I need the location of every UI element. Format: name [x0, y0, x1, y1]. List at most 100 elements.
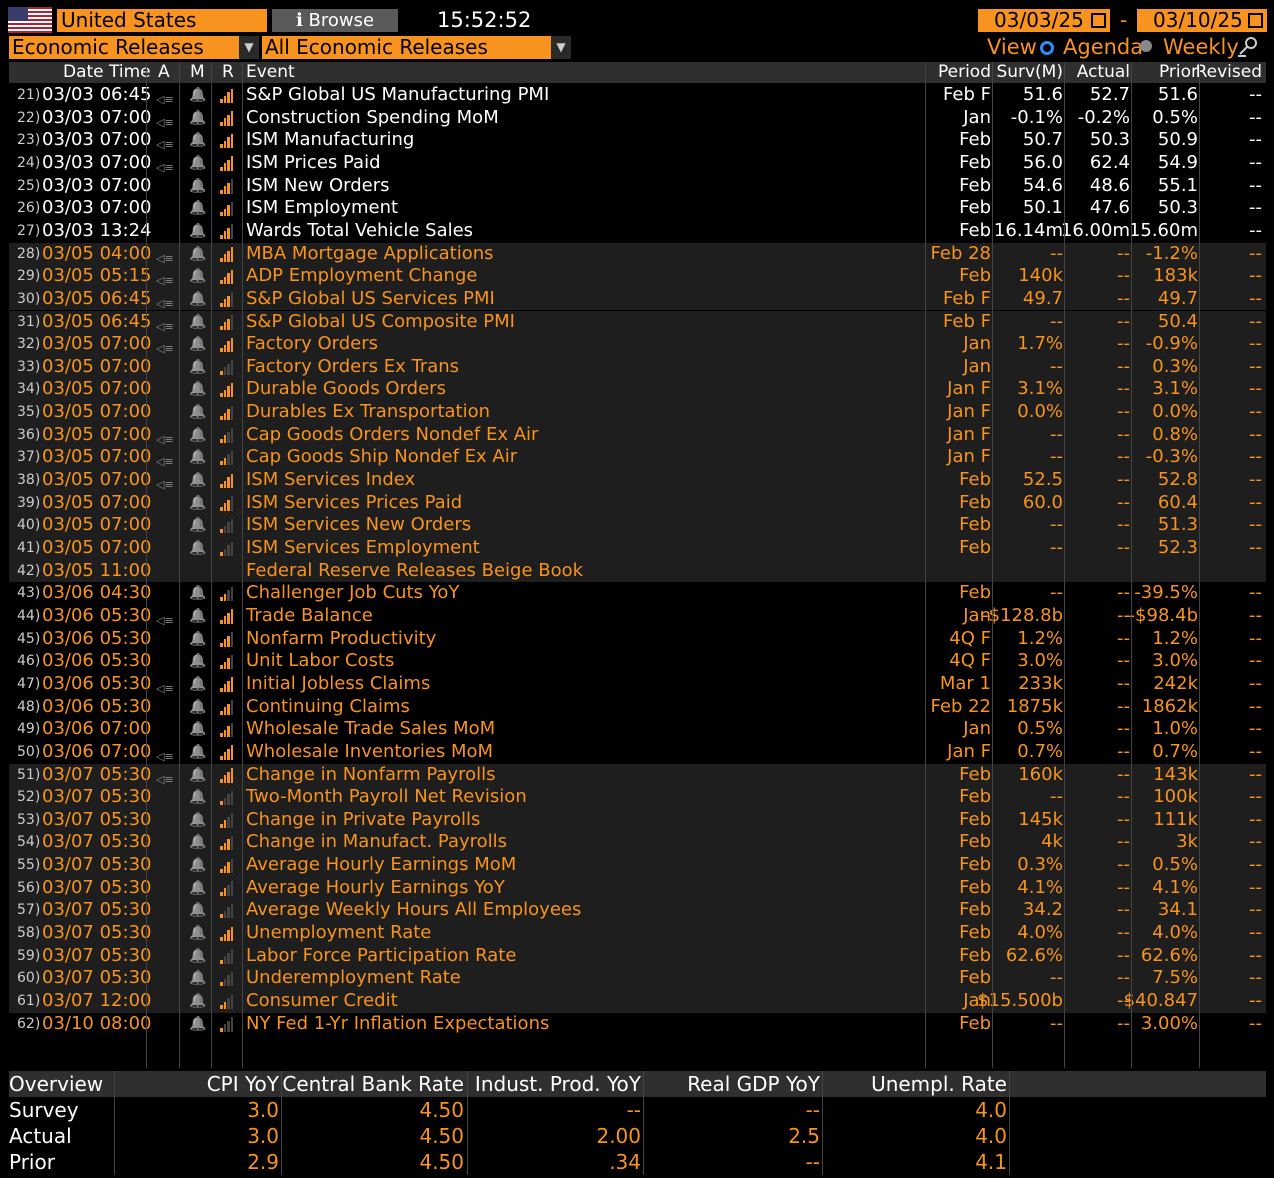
bell-icon[interactable]: 🔔 [189, 311, 206, 333]
table-row[interactable]: 49) 03/06 07:00 🔔 Wholesale Trade Sales MoM… [9, 718, 1266, 741]
table-row[interactable]: 27) 03/03 13:24 🔔 Wards Total Vehicle Sales… [9, 220, 1266, 243]
start-date-field[interactable]: 03/03/25 [978, 9, 1110, 32]
event-name[interactable]: Factory Orders [246, 333, 378, 355]
agenda-option-label[interactable]: Agenda [1063, 35, 1143, 59]
event-name[interactable]: ISM Services Prices Paid [246, 492, 462, 514]
bell-icon[interactable]: 🔔 [189, 243, 206, 265]
bell-icon[interactable]: 🔔 [189, 831, 206, 853]
table-row[interactable]: 40) 03/05 07:00 🔔 ISM Services New Orders Fe… [9, 514, 1266, 537]
bell-icon[interactable]: 🔔 [189, 469, 206, 491]
table-row[interactable]: 51) 03/07 05:30 ◁≡ 🔔 Change in Nonfarm Payro… [9, 763, 1266, 787]
event-name[interactable]: Change in Manufact. Payrolls [246, 831, 507, 853]
col-header-event[interactable]: Event [246, 62, 295, 83]
event-name[interactable]: Trade Balance [246, 605, 373, 627]
bell-icon[interactable]: 🔔 [189, 809, 206, 831]
bell-icon[interactable]: 🔔 [189, 628, 206, 650]
event-name[interactable]: ISM Services Employment [246, 537, 480, 559]
table-row[interactable]: 56) 03/07 05:30 🔔 Average Hourly Earnings Y… [9, 876, 1266, 900]
event-name[interactable]: Average Weekly Hours All Employees [246, 899, 581, 921]
event-name[interactable]: ISM Prices Paid [246, 152, 381, 174]
col-header-actual[interactable]: Actual [1077, 62, 1130, 83]
bell-icon[interactable]: 🔔 [189, 899, 206, 921]
bell-icon[interactable]: 🔔 [189, 764, 206, 786]
bell-icon[interactable]: 🔔 [189, 152, 206, 174]
table-row[interactable]: 21) 03/03 06:45 ◁≡ 🔔 S&P Global US Manufactu… [9, 84, 1266, 107]
col-header-monitor[interactable]: M [190, 62, 205, 83]
bell-icon[interactable]: 🔔 [189, 424, 206, 446]
table-row[interactable]: 47) 03/06 05:30 ◁≡ 🔔 Initial Jobless Claims M… [9, 673, 1266, 696]
table-row[interactable]: 25) 03/03 07:00 🔔 ISM New Orders Feb 54.6 48.6… [9, 175, 1266, 198]
event-name[interactable]: Wholesale Trade Sales MoM [246, 718, 495, 740]
table-row[interactable]: 35) 03/05 07:00 🔔 Durables Ex Transportatio… [9, 401, 1266, 424]
event-name[interactable]: Average Hourly Earnings YoY [246, 877, 505, 899]
bell-icon[interactable]: 🔔 [189, 741, 206, 763]
table-row[interactable]: 59) 03/07 05:30 🔔 Labor Force Participation… [9, 944, 1266, 968]
event-name[interactable]: MBA Mortgage Applications [246, 243, 494, 265]
event-name[interactable]: Durable Goods Orders [246, 378, 446, 400]
bell-icon[interactable]: 🔔 [189, 650, 206, 672]
table-row[interactable]: 62) 03/10 08:00 🔔 NY Fed 1-Yr Inflation Exp… [9, 1013, 1266, 1036]
table-row[interactable]: 48) 03/06 05:30 🔔 Continuing Claims Feb 22 18… [9, 696, 1266, 719]
end-date-field[interactable]: 03/10/25 [1137, 9, 1267, 32]
table-row[interactable]: 61) 03/07 12:00 🔔 Consumer Credit Jan $15.500… [9, 990, 1266, 1013]
table-row[interactable]: 26) 03/03 07:00 🔔 ISM Employment Feb 50.1 47.6… [9, 197, 1266, 220]
event-name[interactable]: S&P Global US Services PMI [246, 288, 495, 310]
event-name[interactable]: ISM Services New Orders [246, 514, 471, 536]
event-name[interactable]: Challenger Job Cuts YoY [246, 582, 459, 604]
event-name[interactable]: Initial Jobless Claims [246, 673, 430, 695]
table-row[interactable]: 22) 03/03 07:00 ◁≡ 🔔 Construction Spending M… [9, 107, 1266, 130]
table-row[interactable]: 58) 03/07 05:30 🔔 Unemployment Rate Feb 4.0% -… [9, 922, 1266, 945]
event-name[interactable]: Wholesale Inventories MoM [246, 741, 493, 763]
event-name[interactable]: Unit Labor Costs [246, 650, 394, 672]
bell-icon[interactable]: 🔔 [189, 922, 206, 944]
bell-icon[interactable]: 🔔 [189, 288, 206, 310]
event-name[interactable]: Construction Spending MoM [246, 107, 499, 129]
event-name[interactable]: Wards Total Vehicle Sales [246, 220, 473, 242]
bell-icon[interactable]: 🔔 [189, 582, 206, 604]
bell-icon[interactable]: 🔔 [189, 945, 206, 967]
event-name[interactable]: Cap Goods Orders Nondef Ex Air [246, 424, 538, 446]
event-name[interactable]: Consumer Credit [246, 990, 398, 1012]
bell-icon[interactable]: 🔔 [189, 197, 206, 219]
event-name[interactable]: Two-Month Payroll Net Revision [246, 786, 527, 808]
table-row[interactable]: 37) 03/05 07:00 ◁≡ 🔔 Cap Goods Ship Nondef E… [9, 446, 1266, 469]
col-header-prior[interactable]: Prior [1159, 62, 1198, 83]
table-row[interactable]: 45) 03/06 05:30 🔔 Nonfarm Productivity 4Q F 1… [9, 628, 1266, 651]
table-row[interactable]: 29) 03/05 05:15 ◁≡ 🔔 ADP Employment Change Fe… [9, 265, 1266, 288]
table-row[interactable]: 57) 03/07 05:30 🔔 Average Weekly Hours All … [9, 899, 1266, 922]
table-row[interactable]: 42) 03/05 11:00 Federal Reserve Releases B… [9, 559, 1266, 583]
col-header-survey[interactable]: Surv(M) [996, 62, 1063, 83]
col-header-datetime[interactable]: Date Time [63, 62, 151, 83]
calendar-icon[interactable] [1248, 13, 1263, 28]
user-search-icon[interactable] [1236, 36, 1260, 58]
event-name[interactable]: S&P Global US Composite PMI [246, 311, 515, 333]
bell-icon[interactable]: 🔔 [189, 673, 206, 695]
bell-icon[interactable]: 🔔 [189, 854, 206, 876]
col-header-period[interactable]: Period [938, 62, 991, 83]
table-row[interactable]: 32) 03/05 07:00 ◁≡ 🔔 Factory Orders Jan 1.7% --… [9, 333, 1266, 356]
event-name[interactable]: Durables Ex Transportation [246, 401, 490, 423]
col-header-alert[interactable]: A [158, 62, 170, 83]
bell-icon[interactable]: 🔔 [189, 378, 206, 400]
event-name[interactable]: Factory Orders Ex Trans [246, 356, 459, 378]
weekly-option-label[interactable]: Weekly [1163, 35, 1239, 59]
release-type-select[interactable]: All Economic Releases ▼ [262, 36, 571, 59]
table-row[interactable]: 38) 03/05 07:00 ◁≡ 🔔 ISM Services Index Feb 52… [9, 469, 1266, 492]
event-name[interactable]: Average Hourly Earnings MoM [246, 854, 516, 876]
bell-icon[interactable]: 🔔 [189, 990, 206, 1012]
event-name[interactable]: S&P Global US Manufacturing PMI [246, 84, 549, 106]
col-header-relevance[interactable]: R [222, 62, 234, 83]
col-header-revised[interactable]: Revised [1196, 62, 1262, 83]
table-row[interactable]: 52) 03/07 05:30 🔔 Two-Month Payroll Net Rev… [9, 786, 1266, 809]
bell-icon[interactable]: 🔔 [189, 333, 206, 355]
table-row[interactable]: 36) 03/05 07:00 ◁≡ 🔔 Cap Goods Orders Nondef… [9, 423, 1266, 447]
event-name[interactable]: ISM New Orders [246, 175, 390, 197]
category-select[interactable]: Economic Releases ▼ [9, 36, 259, 59]
table-row[interactable]: 34) 03/05 07:00 🔔 Durable Goods Orders Jan F… [9, 378, 1266, 402]
chevron-down-icon[interactable]: ▼ [239, 36, 259, 59]
weekly-radio[interactable] [1140, 40, 1152, 52]
event-name[interactable]: Federal Reserve Releases Beige Book [246, 560, 583, 582]
bell-icon[interactable]: 🔔 [189, 786, 206, 808]
table-row[interactable]: 28) 03/05 04:00 ◁≡ 🔔 MBA Mortgage Applicatio… [9, 242, 1266, 266]
table-row[interactable]: 44) 03/06 05:30 ◁≡ 🔔 Trade Balance Jan -$128.8… [9, 605, 1266, 628]
